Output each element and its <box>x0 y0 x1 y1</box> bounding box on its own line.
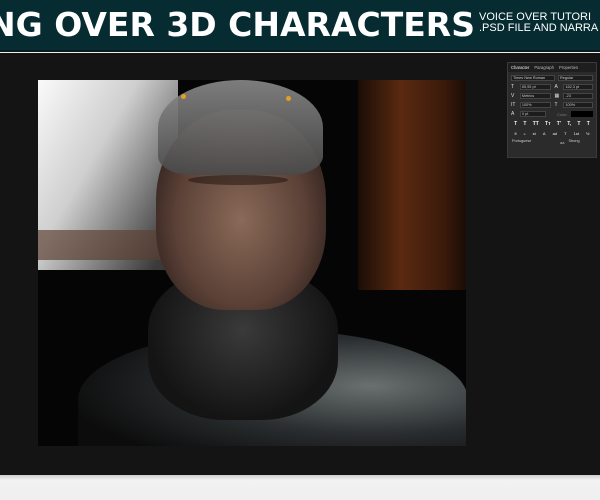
superscript-button[interactable]: T' <box>557 121 561 127</box>
antialias-select[interactable]: Strong <box>567 139 591 145</box>
helmet-light-icon <box>181 94 186 99</box>
strikethrough-button[interactable]: T <box>587 121 590 127</box>
background-wood <box>358 80 466 290</box>
tab-properties[interactable]: Properties <box>559 65 578 70</box>
horizontal-scale-field[interactable]: 100% <box>563 102 593 108</box>
banner-subtitle: VOICE OVER TUTORI .PSD FILE AND NARRA <box>479 12 598 34</box>
antialias-icon: aa <box>560 139 565 145</box>
background-stripe <box>38 230 168 260</box>
font-style-select[interactable]: Regular <box>558 75 593 81</box>
character-panel: Character Paragraph Properties Times New… <box>507 62 597 158</box>
font-family-select[interactable]: Times New Roman <box>511 75 555 81</box>
tracking-field[interactable]: -23 <box>563 93 593 99</box>
bottom-bar <box>0 475 600 500</box>
video-title-banner: NG OVER 3D CHARACTERS VOICE OVER TUTORI … <box>0 0 600 52</box>
stylistic-alternates-button[interactable]: A <box>543 131 546 136</box>
contextual-alternates-button[interactable]: T <box>564 131 566 136</box>
ordinals-button[interactable]: 1st <box>574 131 579 136</box>
font-size-field[interactable]: 65,95 pt <box>519 84 552 90</box>
subscript-button[interactable]: T, <box>567 121 571 127</box>
tab-character[interactable]: Character <box>511 65 529 70</box>
fractions-button[interactable]: ½ <box>586 131 589 136</box>
faux-bold-button[interactable]: T <box>514 121 517 127</box>
all-caps-button[interactable]: TT <box>533 121 539 127</box>
swash-button[interactable]: st <box>533 131 536 136</box>
banner-title: NG OVER 3D CHARACTERS <box>0 5 475 44</box>
discretionary-ligatures-button[interactable]: ℴ <box>524 131 526 136</box>
tab-paragraph[interactable]: Paragraph <box>534 65 554 70</box>
small-caps-button[interactable]: Tт <box>545 121 551 127</box>
leading-field[interactable]: 162,3 pt <box>563 84 593 90</box>
faux-italic-button[interactable]: T <box>523 121 526 127</box>
baseline-shift-icon: A <box>511 111 515 117</box>
font-size-icon: T <box>511 84 515 90</box>
vertical-scale-icon: IT <box>511 102 516 108</box>
titling-alternates-button[interactable]: ad <box>553 131 557 136</box>
character-eyes <box>188 175 288 185</box>
horizontal-scale-icon: T <box>554 102 558 108</box>
ligatures-button[interactable]: fi <box>515 131 517 136</box>
kerning-icon: V <box>511 93 515 99</box>
leading-icon: A <box>554 84 558 90</box>
language-select[interactable]: Portuguese <box>511 139 557 145</box>
vertical-scale-field[interactable]: 100% <box>519 102 552 108</box>
kerning-field[interactable]: Metrics <box>519 93 552 99</box>
underline-button[interactable]: T <box>577 121 580 127</box>
color-label: Color: <box>557 111 568 117</box>
document-canvas[interactable] <box>38 80 466 446</box>
tracking-icon: ▦ <box>554 93 560 99</box>
helmet-light-icon <box>286 96 291 101</box>
color-swatch[interactable] <box>570 111 593 117</box>
baseline-shift-field[interactable]: 0 pt <box>520 111 546 117</box>
subtitle-line-2: .PSD FILE AND NARRA <box>479 22 599 34</box>
